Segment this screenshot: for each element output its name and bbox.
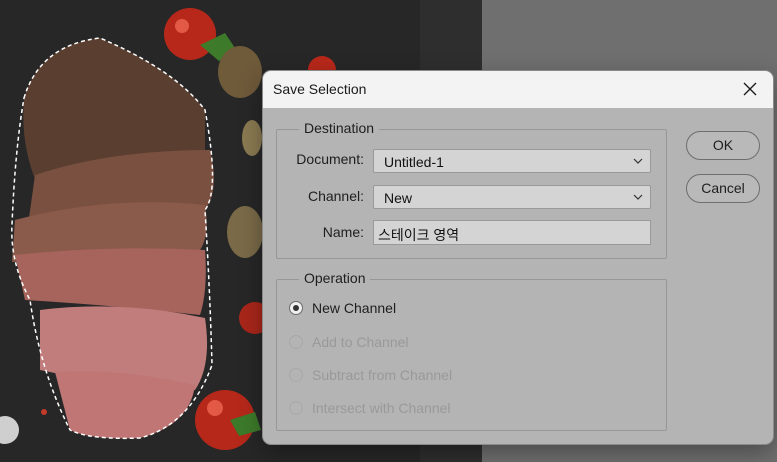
radio-unselected-indicator — [289, 368, 303, 382]
destination-legend: Destination — [299, 120, 380, 136]
channel-select-value: New — [384, 190, 413, 206]
close-button[interactable] — [727, 71, 773, 108]
close-icon — [743, 82, 757, 96]
document-select-value: Untitled-1 — [384, 154, 444, 170]
radio-label: Add to Channel — [312, 334, 409, 350]
dialog-titlebar: Save Selection — [263, 71, 773, 108]
cancel-button[interactable]: Cancel — [686, 174, 760, 203]
radio-selected-indicator — [289, 301, 303, 315]
radio-label: Intersect with Channel — [312, 400, 451, 416]
ok-button[interactable]: OK — [686, 131, 760, 160]
operation-legend: Operation — [299, 270, 371, 286]
channel-select[interactable]: New — [373, 185, 651, 209]
name-input[interactable]: 스테이크 영역 — [373, 220, 651, 245]
name-label: Name: — [322, 224, 364, 240]
save-selection-dialog: Save Selection Destination Document: Unt… — [263, 71, 773, 444]
radio-label: Subtract from Channel — [312, 367, 453, 383]
chevron-down-icon — [633, 158, 643, 164]
name-input-value: 스테이크 영역 — [378, 227, 460, 243]
dialog-title: Save Selection — [273, 81, 367, 97]
radio-unselected-indicator — [289, 401, 303, 415]
chevron-down-icon — [633, 194, 643, 200]
radio-label: New Channel — [312, 300, 397, 316]
document-label: Document: — [296, 151, 364, 167]
channel-label: Channel: — [307, 188, 364, 204]
radio-unselected-indicator — [289, 335, 303, 349]
document-select[interactable]: Untitled-1 — [373, 149, 651, 173]
